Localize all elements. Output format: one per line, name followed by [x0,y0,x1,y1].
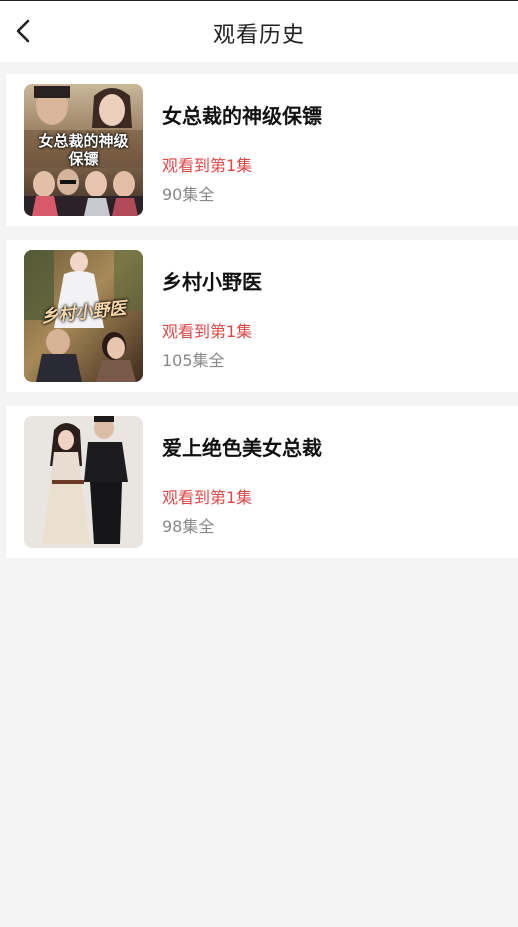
drama-title: 爱上绝色美女总裁 [162,436,322,460]
drama-title: 乡村小野医 [162,270,262,294]
poster-title-text: 女总裁的神级保镖 [38,132,129,168]
poster-image [24,416,143,548]
history-item[interactable]: 女总裁的神级保镖 女总裁的神级保镖 观看到第1集 90集全 [6,74,518,226]
watch-progress: 观看到第1集 [162,322,253,341]
nav-bar: 观看历史 [0,0,518,62]
app-root: 观看历史 女总裁的神级保镖 女总裁的神级保镖 观看到第1集 90集全 乡村小野医… [0,0,518,927]
watch-progress: 观看到第1集 [162,156,253,175]
episode-count: 98集全 [162,517,215,536]
page-title: 观看历史 [212,23,305,48]
history-item[interactable]: 乡村小野医 乡村小野医 观看到第1集 105集全 [6,240,518,392]
drama-poster[interactable] [24,416,143,548]
episode-count: 105集全 [162,351,225,370]
drama-poster[interactable]: 乡村小野医 [24,250,143,382]
watch-progress: 观看到第1集 [162,488,253,507]
drama-poster[interactable]: 女总裁的神级保镖 [24,84,143,216]
drama-title: 女总裁的神级保镖 [162,104,322,128]
episode-count: 90集全 [162,185,215,204]
history-item[interactable]: 爱上绝色美女总裁 观看到第1集 98集全 [6,406,518,558]
